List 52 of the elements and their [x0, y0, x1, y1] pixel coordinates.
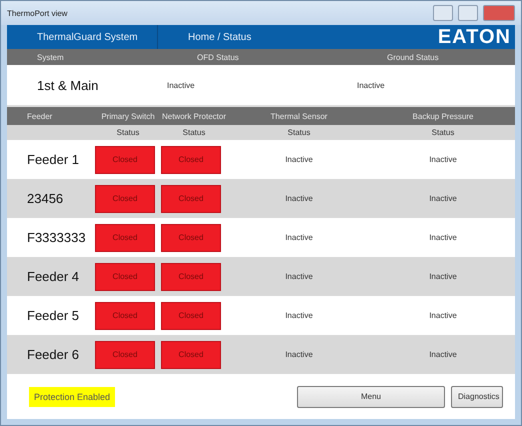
status-cell-text: Inactive — [428, 350, 458, 359]
primary-switch-status[interactable]: Closed — [95, 262, 155, 290]
network-protector-status[interactable]: Closed — [161, 146, 221, 174]
status-cell-text: Inactive — [357, 80, 386, 90]
network-protector-status[interactable]: Closed — [161, 262, 221, 290]
primary-switch-status[interactable]: Closed — [95, 340, 155, 368]
column-header: Ground Status — [386, 52, 440, 62]
feeder-name: Feeder 6 — [26, 347, 80, 362]
menu-button[interactable]: Menu — [297, 386, 445, 408]
feeder-name: Feeder 1 — [26, 152, 80, 167]
logo: EATON — [438, 26, 511, 48]
status-cell-text: Inactive — [428, 272, 458, 281]
status-cell-text: Inactive — [284, 155, 314, 164]
primary-switch-status[interactable]: Closed — [95, 302, 155, 330]
feeder-name: Feeder 5 — [26, 308, 80, 323]
status-cell-text: Inactive — [428, 155, 458, 164]
protection-status: Protection Enabled — [29, 386, 116, 406]
column-subheader: Status — [182, 128, 206, 137]
status-cell-text: Inactive — [428, 233, 458, 242]
primary-switch-status[interactable]: Closed — [95, 184, 155, 212]
status-cell-text: Inactive — [167, 80, 196, 90]
status-cell-text: Inactive — [284, 194, 314, 203]
network-protector-status[interactable]: Closed — [161, 184, 221, 212]
column-header: OFD Status — [196, 52, 240, 62]
column-header: Network Protector — [161, 112, 227, 120]
primary-switch-status[interactable]: Closed — [95, 146, 155, 174]
window-title: ThermoPort view — [7, 8, 68, 18]
column-header: Thermal Sensor — [270, 112, 328, 120]
diagnostics-button[interactable]: Diagnostics — [451, 386, 503, 408]
column-subheader: Status — [116, 128, 140, 137]
network-protector-status[interactable]: Closed — [161, 302, 221, 330]
primary-switch-status[interactable]: Closed — [95, 224, 155, 252]
status-cell-text: Inactive — [284, 350, 314, 359]
feeder-name: Feeder 4 — [26, 269, 80, 284]
column-header: Primary Switch — [100, 112, 156, 120]
feeder-name: F3333333 — [26, 230, 87, 245]
status-cell-text: Inactive — [428, 311, 458, 320]
breadcrumb: Home / Status — [187, 32, 252, 42]
column-header: Feeder — [26, 112, 54, 120]
column-header: Backup Pressure — [412, 112, 474, 120]
network-protector-status[interactable]: Closed — [161, 224, 221, 252]
status-cell-text: Inactive — [428, 194, 458, 203]
column-subheader: Status — [286, 128, 312, 137]
network-protector-status[interactable]: Closed — [161, 340, 221, 368]
column-subheader: Status — [430, 128, 456, 137]
status-cell-text: Inactive — [284, 233, 314, 242]
system-name-cell-text: 1st & Main — [36, 78, 100, 92]
status-cell-text: Inactive — [284, 311, 314, 320]
system-name: ThermalGuard System — [36, 32, 139, 42]
column-header: System — [36, 52, 65, 62]
status-cell-text: Inactive — [284, 272, 314, 281]
feeder-name: 23456 — [26, 191, 64, 206]
